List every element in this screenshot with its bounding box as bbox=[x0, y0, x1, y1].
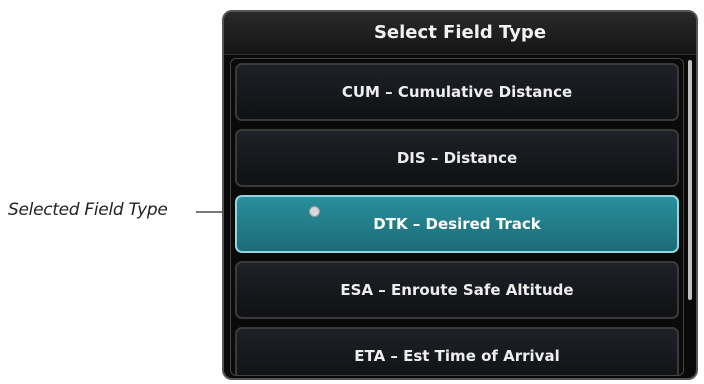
list-scrollbar[interactable] bbox=[688, 60, 692, 300]
field-type-option-dis[interactable]: DIS – Distance bbox=[235, 129, 679, 187]
field-type-option-dtk[interactable]: DTK – Desired Track bbox=[235, 195, 679, 253]
field-type-option-cum[interactable]: CUM – Cumulative Distance bbox=[235, 63, 679, 121]
field-type-option-eta[interactable]: ETA – Est Time of Arrival bbox=[235, 327, 679, 375]
page: Selected Field Type Select Field Type CU… bbox=[0, 0, 704, 384]
callout-label: Selected Field Type bbox=[8, 200, 168, 220]
field-type-list[interactable]: CUM – Cumulative Distance DIS – Distance… bbox=[230, 58, 684, 376]
select-field-type-dialog: Select Field Type CUM – Cumulative Dista… bbox=[222, 10, 698, 380]
dialog-title: Select Field Type bbox=[224, 12, 696, 55]
callout-pointer-dot bbox=[309, 206, 320, 217]
field-type-option-esa[interactable]: ESA – Enroute Safe Altitude bbox=[235, 261, 679, 319]
